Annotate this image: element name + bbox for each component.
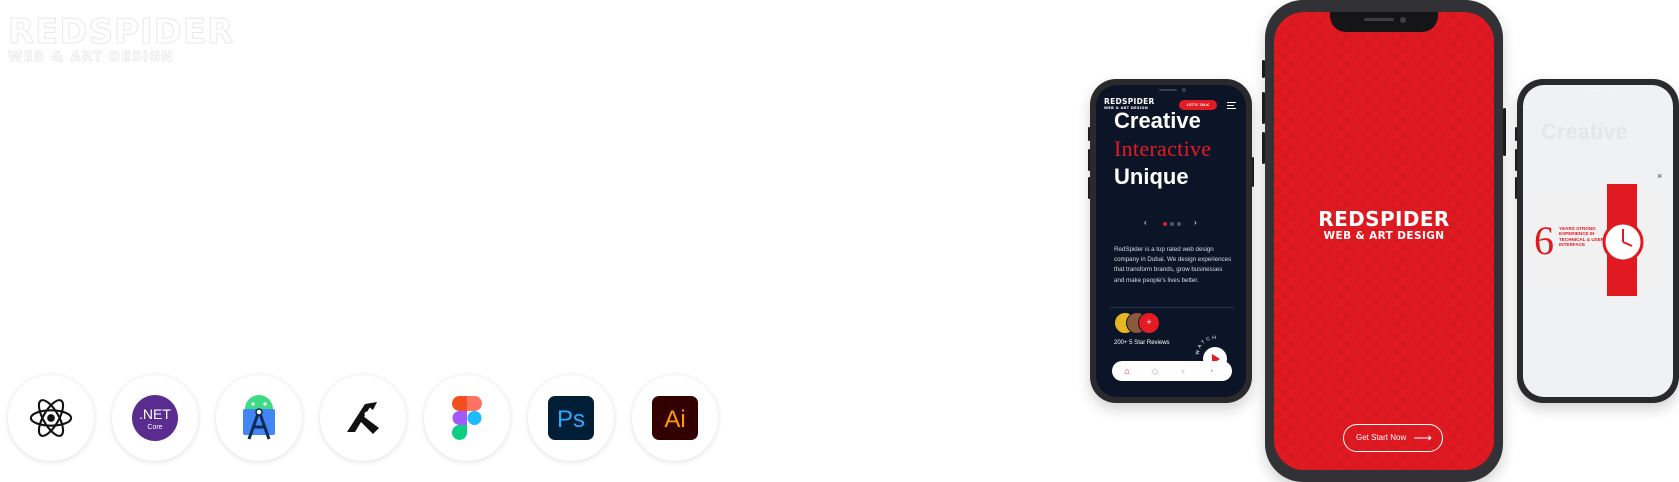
react-icon	[8, 375, 94, 461]
hamburger-menu-icon[interactable]	[1227, 102, 1236, 109]
reviewer-avatars: +	[1114, 312, 1174, 336]
phone-side-button	[1515, 149, 1517, 171]
phone-mockup-home: REDSPIDER WEB & ART DESIGN LET'S TALK Cr…	[1088, 79, 1254, 403]
splash-logo: REDSPIDER WEB & ART DESIGN	[1274, 208, 1494, 243]
slider-pagination: ‹ ›	[1144, 218, 1202, 228]
brand-name: REDSPIDER	[8, 12, 235, 52]
bottom-nav-bar: ⌂ ◇ ♁ ◔	[1112, 361, 1232, 381]
splash-logo-sub: WEB & ART DESIGN	[1323, 230, 1445, 242]
headline-creative: Creative	[1114, 108, 1201, 133]
figma-icon	[424, 375, 510, 461]
faint-headline: Creative	[1541, 119, 1628, 144]
get-start-now-label: Get Start Now	[1356, 433, 1407, 442]
phone-screen: REDSPIDER WEB & ART DESIGN Get Start Now…	[1274, 12, 1494, 470]
phone-side-button	[1262, 132, 1265, 164]
phone-mockup-popup: Creative × 6 YEARS STRONG EXPERIENCE IN …	[1515, 79, 1679, 403]
svg-text:.NET: .NET	[139, 406, 171, 422]
splash-logo-main: REDSPIDER	[1318, 207, 1450, 231]
phone-screen: REDSPIDER WEB & ART DESIGN LET'S TALK Cr…	[1096, 85, 1246, 397]
add-avatar-icon[interactable]: +	[1138, 312, 1160, 334]
phone-side-button	[1262, 60, 1265, 78]
slider-dot[interactable]	[1163, 222, 1167, 226]
svg-text:Ai: Ai	[664, 406, 685, 433]
slider-next-icon[interactable]: ›	[1194, 218, 1197, 227]
home-icon[interactable]: ⌂	[1122, 366, 1132, 376]
android-studio-icon	[216, 375, 302, 461]
stopwatch-icon	[1602, 214, 1644, 263]
brand-tagline: WEB & ART DESIGN	[8, 50, 174, 66]
mobile-logo-main: REDSPIDER	[1104, 97, 1155, 106]
years-text: YEARS STRONG EXPERIENCE IN TECHNICAL & U…	[1559, 226, 1605, 248]
close-icon[interactable]: ×	[1657, 171, 1662, 181]
services-icon[interactable]: ◇	[1150, 366, 1160, 376]
phone-side-button	[1088, 127, 1090, 141]
phone-side-button	[1252, 157, 1254, 187]
arrow-right-icon: ⟶	[1413, 430, 1432, 445]
phone-side-button	[1262, 92, 1265, 124]
slider-prev-icon[interactable]: ‹	[1144, 218, 1147, 227]
mic-icon[interactable]: ♁	[1178, 366, 1188, 376]
slider-dot[interactable]	[1177, 222, 1181, 226]
phone-side-button	[1088, 177, 1090, 199]
get-start-now-button[interactable]: Get Start Now ⟶	[1343, 424, 1443, 452]
intro-paragraph: RedSpider is a top rated web design comp…	[1114, 246, 1232, 284]
photoshop-icon: Ps	[528, 375, 614, 461]
phone-side-button	[1515, 127, 1517, 141]
phone-notch	[1330, 12, 1438, 32]
phone-notch	[1139, 85, 1203, 96]
headline-unique: Unique	[1114, 164, 1189, 189]
illustrator-icon: Ai	[632, 375, 718, 461]
phone-mockup-splash: REDSPIDER WEB & ART DESIGN Get Start Now…	[1262, 0, 1506, 482]
years-number: 6	[1534, 218, 1554, 263]
dotnet-core-icon: .NET Core	[112, 375, 198, 461]
slider-dot[interactable]	[1170, 222, 1174, 226]
svg-text:Ps: Ps	[557, 406, 585, 433]
phone-side-button	[1088, 149, 1090, 171]
contact-icon[interactable]: ◔	[1206, 366, 1216, 376]
xd-sketch-icon	[320, 375, 406, 461]
experience-popup-card: 6 YEARS STRONG EXPERIENCE IN TECHNICAL &…	[1529, 184, 1665, 296]
phone-side-button	[1503, 108, 1506, 156]
reviews-count: 200+ 5 Star Reviews	[1114, 340, 1170, 346]
divider	[1110, 307, 1234, 308]
brand-logo[interactable]: REDSPIDER WEB & ART DESIGN	[8, 12, 235, 70]
svg-text:Core: Core	[147, 424, 162, 431]
headline-interactive: Interactive	[1114, 136, 1212, 161]
phone-side-button	[1515, 177, 1517, 199]
phone-screen: Creative × 6 YEARS STRONG EXPERIENCE IN …	[1523, 85, 1673, 397]
